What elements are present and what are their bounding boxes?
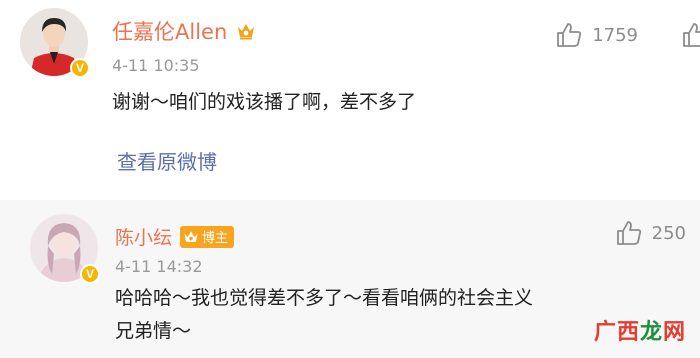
watermark-text: 广西: [593, 320, 640, 345]
verified-icon: V: [70, 58, 90, 78]
username-row: 任嘉伦Allen: [112, 16, 257, 46]
like-button[interactable]: 1759: [554, 20, 638, 50]
username[interactable]: 陈小纭: [115, 223, 172, 250]
view-original-link[interactable]: 查看原微博: [117, 146, 217, 175]
thumbs-up-icon: [616, 221, 641, 245]
comment-text: 谢谢～咱们的戏该播了啊，差不多了: [112, 91, 417, 113]
watermark-text: 龙: [639, 320, 663, 345]
username[interactable]: 任嘉伦Allen: [112, 16, 227, 46]
avatar-container[interactable]: V: [20, 8, 90, 78]
watermark-logo: 广西 龙 网: [594, 314, 686, 346]
comment-time: 4-11 10:35: [112, 56, 200, 75]
verified-icon: V: [80, 264, 100, 284]
comment-item: V 任嘉伦Allen 4-11 10:35 谢谢～咱们的戏该播了啊，差不多了 查…: [0, 0, 700, 200]
comment-text: 哈哈哈～我也觉得差不多了～看看咱俩的社会主义 兄弟情～: [115, 282, 675, 348]
thumbs-up-icon-partial[interactable]: [680, 20, 700, 50]
comment-text-line: 兄弟情～: [115, 320, 192, 342]
avatar-container[interactable]: V: [30, 214, 100, 284]
username-row: 陈小纭 博主: [115, 223, 235, 250]
like-count: 250: [651, 222, 686, 244]
thumbs-up-icon: [557, 23, 582, 47]
watermark-text: 网: [662, 320, 686, 345]
blogger-badge-label: 博主: [202, 231, 229, 246]
crown-icon: [184, 230, 198, 242]
like-count: 1759: [592, 24, 638, 46]
comment-text-line: 哈哈哈～我也觉得差不多了～看看咱俩的社会主义: [115, 287, 534, 309]
comment-time: 4-11 14:32: [115, 257, 203, 276]
crown-icon: [238, 24, 255, 40]
blogger-badge: 博主: [180, 225, 235, 248]
like-button[interactable]: 250: [614, 218, 686, 248]
reply-item: V 陈小纭 博主 4-11 14:32 哈哈哈～我也觉得差不多了～看看咱俩的社会…: [0, 200, 700, 358]
